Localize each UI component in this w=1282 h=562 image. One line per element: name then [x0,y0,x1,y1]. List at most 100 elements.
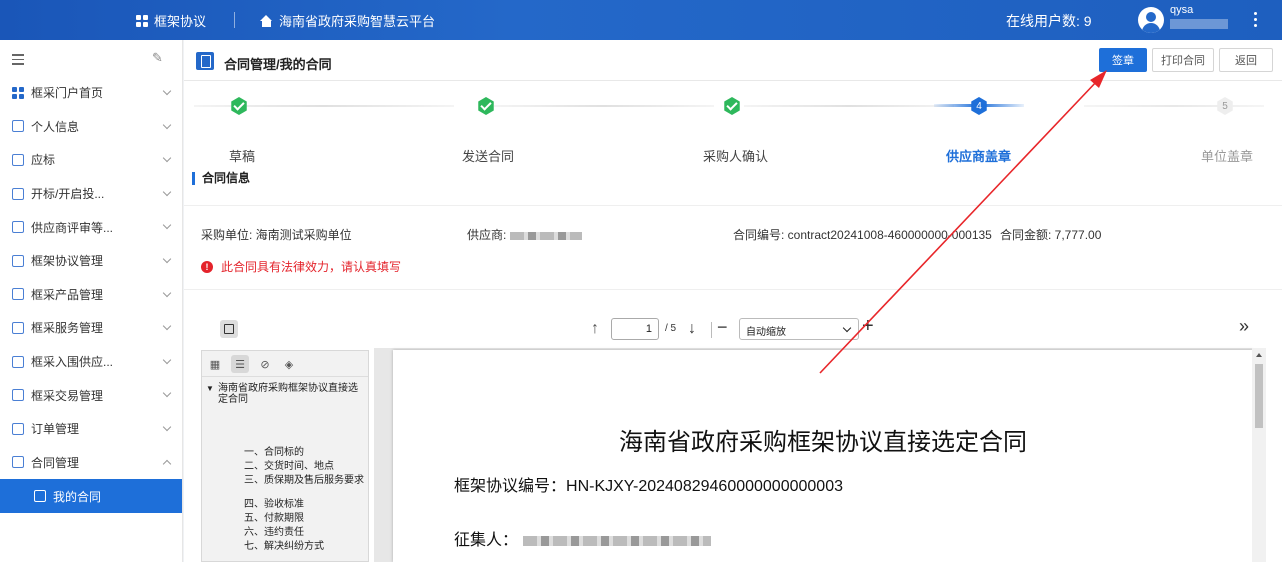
sidebar-item-label: 框采交易管理 [31,388,104,403]
supplier: 供应商: [467,226,582,243]
warning-icon: ! [201,260,213,273]
outline-item[interactable]: 四、验收标准 [244,499,366,510]
document-icon [196,52,214,70]
chevron-icon [162,221,172,230]
sidebar-item-5[interactable]: 框架协议管理 [0,244,182,278]
step-3-check-icon [724,97,740,115]
toolbar-divider [711,322,712,338]
sidebar-item-label: 订单管理 [31,422,80,437]
agreement-icon [12,254,24,267]
apps-grid-icon [136,14,148,27]
chevron-icon [162,254,172,264]
scrollbar-thumb[interactable] [1255,364,1263,428]
breadcrumb: 合同管理/我的合同 [224,57,332,72]
agreement-number-label: 框架协议编号： [454,476,567,495]
sidebar-item-label: 框采产品管理 [31,287,104,302]
main-content: 合同管理/我的合同 签章 打印合同 返回 4 5 草稿 发送合同 采购人确认 供… [184,40,1282,562]
user-org-redacted [1170,19,1228,29]
menu-switch[interactable]: 框架协议 [136,11,206,30]
collapse-menu-icon[interactable] [12,54,24,68]
zoom-select[interactable]: 自动缩放 [739,318,859,340]
sidebar-item-11[interactable]: 合同管理 [0,446,182,480]
online-users-count: 在线用户数: 9 [1006,13,1092,29]
sidebar-item-8[interactable]: 框采入围供应... [0,345,182,379]
order-icon [12,422,24,435]
back-button[interactable]: 返回 [1219,48,1273,72]
form-icon [12,153,24,166]
outline-item[interactable]: 五、付款期限 [244,513,366,524]
zoom-in-icon[interactable]: + [862,315,874,338]
sidebar-item-my-contracts[interactable]: 我的合同 [0,479,182,514]
more-menu-icon[interactable] [1254,12,1258,27]
chevron-icon [162,459,172,468]
pdf-scrollbar[interactable] [1252,348,1266,562]
sidebar-item-9[interactable]: 框采交易管理 [0,378,182,412]
outline-item[interactable]: 七、解决纠纷方式 [244,541,366,552]
toggle-sidebar-icon[interactable] [220,320,238,338]
thumbnails-icon[interactable]: ▦ [206,355,224,373]
page-total: / 5 [665,323,677,334]
sidebar-item-4[interactable]: 供应商评审等... [0,210,182,244]
outline-item[interactable]: 一、合同标的 [244,447,366,458]
pdf-toolbar: ↑ 1 / 5 ↓ − 自动缩放 + » [184,290,1282,348]
step-label-draft: 草稿 [229,149,256,164]
sidebar-item-label: 合同管理 [31,455,80,470]
pdf-viewer: ↑ 1 / 5 ↓ − 自动缩放 + » ▦ ☰ ⊘ ◈ ▼ 海南省政府采购框架… [184,290,1282,562]
collector-redacted [523,535,712,546]
username[interactable]: qysa [1170,4,1193,16]
sidebar-item-1[interactable]: 个人信息 [0,110,182,144]
agreement-number-line: 框架协议编号：HN-KJXY-20240829460000000000003 [454,472,843,496]
collector-label: 征集人： [454,530,519,549]
step-5-number: 5 [1217,97,1233,115]
contract-info: 采购单位: 海南测试采购单位 供应商: 合同编号: contract202410… [184,205,1282,290]
sidebar-item-3[interactable]: 开标/开启投... [0,177,182,211]
platform-link[interactable]: 海南省政府采购智慧云平台 [260,11,435,30]
zoom-out-icon[interactable]: − [717,317,728,338]
sidebar-item-7[interactable]: 框采服务管理 [0,311,182,345]
outline-item[interactable]: 六、违约责任 [244,527,366,538]
pdf-page: 海南省政府采购框架协议直接选定合同 框架协议编号：HN-KJXY-2024082… [393,350,1253,562]
sidebar-item-10[interactable]: 订单管理 [0,412,182,446]
collector-line: 征集人： [454,526,712,550]
tools-more-icon[interactable]: » [1239,316,1249,337]
sidebar-item-6[interactable]: 框采产品管理 [0,278,182,312]
print-contract-button[interactable]: 打印合同 [1152,48,1214,72]
pin-icon[interactable]: ✎ [152,50,163,66]
menu-switch-label: 框架协议 [154,14,207,29]
chevron-icon [162,422,172,432]
user-avatar-icon[interactable] [1138,7,1164,33]
layers-icon[interactable]: ◈ [280,355,298,373]
contract-icon [34,490,46,503]
sidebar-item-label: 供应商评审等... [31,220,114,235]
step-label-send: 发送合同 [462,149,515,164]
outline-item[interactable]: 二、交货时间、地点 [244,461,366,472]
outline-item[interactable]: 三、质保期及售后服务要求 [244,475,366,486]
previous-page-icon[interactable]: ↑ [591,320,599,338]
step-2-check-icon [478,97,494,115]
chevron-icon [162,86,172,96]
sidebar-item-2[interactable]: 应标 [0,143,182,177]
sidebar: ✎ 框采门户首页 个人信息 应标 开标/开启投... 供应商评审等... 框架协议管理 框采… [0,40,183,562]
expand-triangle-icon[interactable]: ▼ [206,383,218,405]
step-label-unit-seal: 单位盖章 [1201,149,1254,164]
sign-button[interactable]: 签章 [1099,48,1147,72]
scroll-up-icon[interactable] [1256,353,1262,357]
top-bar: 框架协议 海南省政府采购智慧云平台 在线用户数: 9 qysa [0,0,1282,40]
attachments-icon[interactable]: ⊘ [256,355,274,373]
page-number-input[interactable]: 1 [611,318,659,340]
document-title: 海南省政府采购框架协议直接选定合同 [619,428,1027,456]
section-title: 合同信息 [192,172,250,185]
chevron-icon [162,120,172,129]
next-page-icon[interactable]: ↓ [688,320,696,338]
outline-root[interactable]: ▼ 海南省政府采购框架协议直接选定合同 [206,383,366,405]
platform-name: 海南省政府采购智慧云平台 [279,14,436,29]
form-icon [12,187,24,200]
sidebar-item-0[interactable]: 框采门户首页 [0,76,182,110]
step-label-purchaser-confirm: 采购人确认 [703,149,769,164]
topbar-divider [234,12,235,28]
legal-warning-text: 此合同具有法律效力，请认真填写 [221,260,402,274]
supplier-redacted [509,231,582,240]
contract-amount: 合同金额: 7,777.00 [1000,228,1102,242]
supplier-icon [12,355,24,368]
outline-icon[interactable]: ☰ [231,355,249,373]
